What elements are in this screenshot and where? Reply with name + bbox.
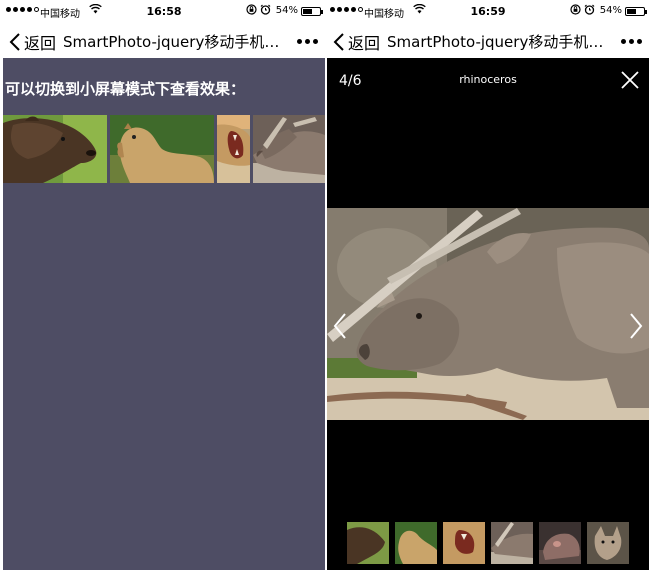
chevron-right-icon [630, 313, 643, 339]
page-title: SmartPhoto-jquery移动手机… [63, 33, 280, 51]
viewer-thumbnail-lion[interactable] [443, 522, 485, 564]
gallery-heading: 可以切换到小屏幕模式下查看效果： [5, 80, 246, 98]
viewer-thumbnail-rhinoceros[interactable] [491, 522, 533, 564]
nav-bar: 返回 SmartPhoto-jquery移动手机… [327, 24, 649, 58]
thumbnail-strip [3, 115, 325, 183]
close-icon [621, 71, 639, 89]
thumbnail-bear[interactable] [3, 115, 107, 183]
close-button[interactable] [619, 69, 641, 91]
rotation-lock-icon [570, 4, 581, 18]
viewer-thumbnail-bear[interactable] [347, 522, 389, 564]
thumbnail-camel[interactable] [110, 115, 214, 183]
photo-viewer: 4/6 rhinoceros [327, 58, 649, 570]
page-title: SmartPhoto-jquery移动手机… [387, 33, 604, 51]
gallery-page: 可以切换到小屏幕模式下查看效果： [3, 58, 325, 570]
chevron-left-icon [333, 33, 344, 51]
more-options-button[interactable] [297, 39, 318, 44]
back-label: 返回 [24, 34, 57, 53]
viewer-thumbnail-hippo[interactable] [539, 522, 581, 564]
back-button[interactable]: 返回 [332, 30, 380, 54]
previous-photo-button[interactable] [331, 312, 349, 340]
viewer-thumbnail-fox[interactable] [587, 522, 629, 564]
viewer-thumbnail-camel[interactable] [395, 522, 437, 564]
rotation-lock-icon [246, 4, 257, 18]
battery-percentage: 54% [275, 5, 298, 16]
battery-icon [625, 7, 647, 16]
back-label: 返回 [348, 34, 381, 53]
thumbnail-rhinoceros[interactable] [253, 115, 325, 183]
main-photo-rhinoceros[interactable] [327, 208, 649, 420]
alarm-icon [584, 4, 595, 18]
photo-caption: rhinoceros [459, 73, 517, 86]
status-bar: 中国移动 16:59 54% [327, 0, 649, 24]
viewer-thumbnail-strip [347, 522, 629, 564]
chevron-left-icon [333, 313, 346, 339]
back-button[interactable]: 返回 [8, 30, 56, 54]
more-options-button[interactable] [621, 39, 642, 44]
left-phone-screen: 中国移动 16:58 54% 返回 SmartPhoto-jquery移动手机…… [3, 0, 325, 575]
battery-icon [301, 7, 323, 16]
thumbnail-lion[interactable] [217, 115, 250, 183]
chevron-left-icon [9, 33, 20, 51]
nav-bar: 返回 SmartPhoto-jquery移动手机… [3, 24, 325, 58]
next-photo-button[interactable] [627, 312, 645, 340]
right-phone-screen: 中国移动 16:59 54% 返回 SmartPhoto-jquery移动手机…… [327, 0, 649, 575]
alarm-icon [260, 4, 271, 18]
battery-percentage: 54% [599, 5, 622, 16]
status-bar: 中国移动 16:58 54% [3, 0, 325, 24]
